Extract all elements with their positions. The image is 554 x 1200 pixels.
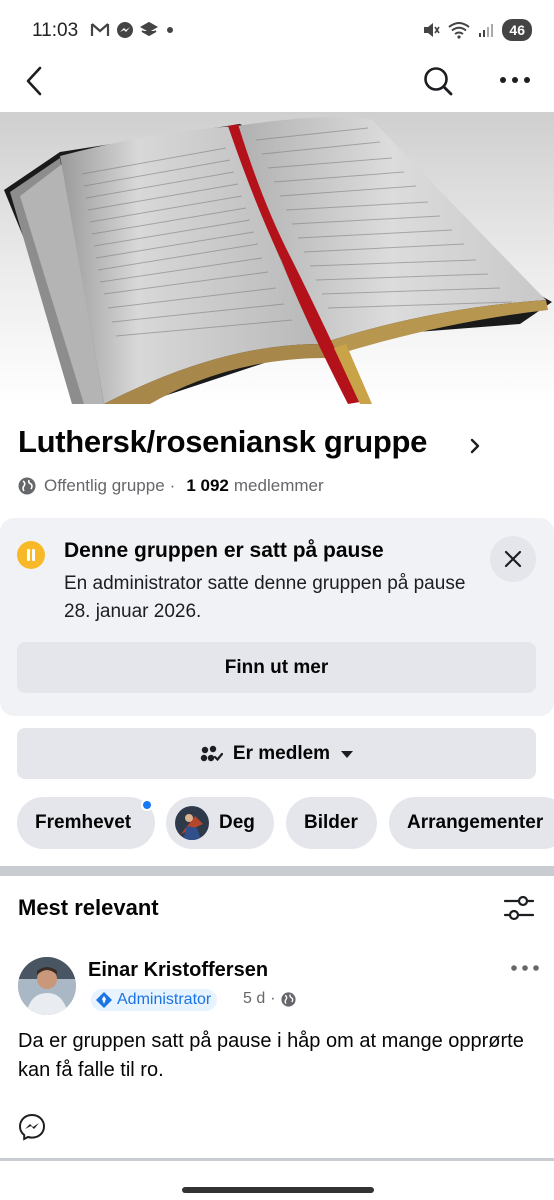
layers-icon bbox=[140, 21, 158, 37]
gmail-icon bbox=[90, 23, 110, 36]
filter-icon[interactable] bbox=[503, 894, 535, 922]
search-icon[interactable] bbox=[422, 64, 454, 98]
tab-you[interactable]: Deg bbox=[166, 797, 274, 849]
group-title[interactable]: Luthersk/roseniansk gruppe bbox=[18, 424, 427, 460]
dismiss-notice-button[interactable] bbox=[490, 536, 536, 582]
post-more-icon[interactable] bbox=[510, 962, 540, 974]
tab-events-label: Arrangementer bbox=[407, 812, 544, 833]
tab-photos[interactable]: Bilder bbox=[286, 797, 377, 849]
more-icon[interactable] bbox=[498, 70, 532, 90]
caret-down-icon bbox=[341, 750, 354, 758]
tab-featured[interactable]: Fremhevet bbox=[17, 797, 155, 849]
tab-events[interactable]: Arrangementer bbox=[389, 797, 554, 849]
membership-button-label: Er medlem bbox=[232, 742, 331, 764]
battery-indicator: 46 bbox=[502, 19, 532, 41]
feed-sort-title: Mest relevant bbox=[18, 895, 159, 920]
post-divider bbox=[0, 1158, 554, 1161]
dot-icon bbox=[167, 27, 173, 33]
status-bar: 11:03 46 bbox=[0, 0, 554, 62]
pause-icon bbox=[17, 541, 45, 569]
top-navigation bbox=[0, 56, 554, 106]
back-icon[interactable] bbox=[20, 64, 50, 98]
members-label[interactable]: medlemmer bbox=[234, 476, 324, 496]
post-time-label: 5 d bbox=[243, 990, 266, 1007]
tab-you-label: Deg bbox=[219, 812, 255, 833]
section-divider bbox=[0, 866, 554, 876]
group-privacy: Offentlig gruppe bbox=[44, 476, 165, 495]
admin-badge-label: Administrator bbox=[117, 991, 212, 1008]
messenger-icon[interactable] bbox=[18, 1113, 46, 1141]
chevron-right-icon[interactable] bbox=[468, 436, 482, 456]
post-author-name[interactable]: Einar Kristoffersen bbox=[88, 959, 268, 982]
globe-icon bbox=[280, 991, 296, 1007]
wifi-icon bbox=[448, 22, 471, 39]
members-icon bbox=[200, 745, 223, 761]
post-timestamp[interactable]: 5 d · bbox=[243, 990, 296, 1008]
post-body-text: Da er gruppen satt på pause i håp om at … bbox=[18, 1030, 524, 1081]
group-meta: Offentlig gruppe · 1 092 medlemmer bbox=[18, 476, 324, 496]
admin-badge: Administrator bbox=[91, 989, 218, 1011]
home-indicator[interactable] bbox=[182, 1187, 374, 1193]
bible-image bbox=[4, 117, 552, 404]
status-system-icons: 46 bbox=[422, 19, 532, 41]
author-avatar[interactable] bbox=[18, 957, 76, 1015]
close-icon bbox=[504, 550, 522, 568]
tab-featured-label: Fremhevet bbox=[35, 812, 132, 833]
membership-button[interactable]: Er medlem bbox=[17, 728, 536, 779]
user-avatar bbox=[175, 806, 209, 840]
member-count[interactable]: 1 092 bbox=[186, 476, 229, 496]
tab-photos-label: Bilder bbox=[304, 812, 358, 833]
globe-icon bbox=[18, 477, 36, 495]
status-notification-icons bbox=[90, 21, 176, 39]
admin-shield-icon bbox=[96, 992, 112, 1008]
status-time: 11:03 bbox=[32, 20, 79, 41]
mute-icon bbox=[424, 23, 441, 37]
pause-notice-card: Denne gruppen er satt på pause En admini… bbox=[0, 518, 554, 716]
learn-more-button[interactable]: Finn ut mer bbox=[17, 642, 536, 693]
notification-dot bbox=[141, 799, 153, 811]
pause-notice-title: Denne gruppen er satt på pause bbox=[64, 539, 384, 562]
messenger-icon bbox=[117, 22, 133, 38]
meta-separator: · bbox=[169, 476, 176, 495]
signal-icon bbox=[479, 24, 494, 37]
group-tabs: Fremhevet Deg Bilder Arrangementer bbox=[17, 797, 554, 850]
cover-photo[interactable] bbox=[0, 112, 554, 404]
pause-notice-description: En administrator satte denne gruppen på … bbox=[64, 573, 466, 622]
